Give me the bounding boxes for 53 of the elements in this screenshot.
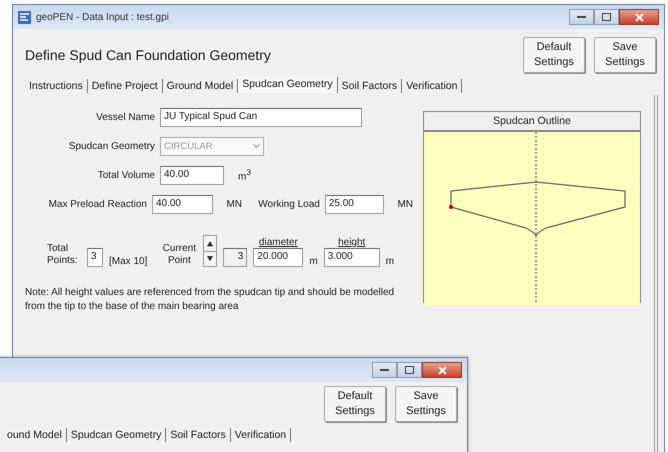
current-point-field: 3	[223, 248, 248, 267]
tab[interactable]: Verification	[230, 428, 292, 442]
input-field[interactable]: 3.000	[324, 248, 380, 267]
page-heading: Define Spud Can Foundation Geometry	[25, 47, 272, 63]
max-label: [Max 10]	[109, 256, 148, 267]
window-title: geoPEN - Data Input : test.gpi	[36, 12, 170, 22]
field-label: Current Point	[162, 243, 198, 267]
tab[interactable]: Verification	[402, 79, 462, 93]
maximize-icon	[405, 366, 414, 374]
tab[interactable]: Define Project	[88, 79, 163, 93]
tab[interactable]: ound Model	[3, 428, 67, 442]
input-field[interactable]: 3	[87, 248, 103, 267]
input-field[interactable]: JU Typical Spud Can	[160, 108, 362, 126]
settings-button[interactable]: Save Settings	[594, 37, 656, 73]
input-field[interactable]: 20.000	[253, 248, 304, 267]
maximize-icon	[602, 13, 611, 21]
tab[interactable]: Instructions	[25, 79, 88, 93]
field-label: Max Preload Reaction	[48, 198, 147, 210]
minimize-icon	[577, 16, 586, 18]
unit-label: MN	[397, 198, 413, 210]
point-spinner[interactable]	[203, 235, 218, 267]
unit-label: m	[309, 256, 318, 267]
unit-label: m$^{3}$	[238, 167, 251, 183]
field-label: Total Volume	[96, 170, 155, 180]
note-text: Note: All height values are referenced from the spudcan tip and should be modelled from the tip to the base of the main bearing area	[24, 286, 396, 314]
close-icon	[634, 12, 644, 22]
column-label: diameter	[258, 237, 298, 248]
settings-button[interactable]: Default Settings	[523, 37, 585, 73]
minimize-button[interactable]	[569, 9, 594, 25]
settings-button[interactable]: Default Settings	[324, 386, 386, 422]
input-field[interactable]: 40.00	[152, 194, 213, 214]
close-button[interactable]	[422, 362, 462, 378]
tab[interactable]: Soil Factors	[338, 79, 402, 93]
field-label: Vessel Name	[95, 112, 155, 122]
close-icon	[438, 366, 446, 374]
settings-button[interactable]: Save Settings	[395, 386, 457, 422]
field-label: Spudcan Geometry	[68, 140, 155, 152]
close-button[interactable]	[619, 9, 659, 25]
unit-label: MN	[226, 198, 242, 210]
tab[interactable]: Spudcan Geometry	[66, 428, 166, 442]
tab[interactable]: Soil Factors	[166, 428, 231, 442]
input-field[interactable]: 25.00	[324, 194, 384, 214]
app-icon	[18, 10, 31, 24]
input-field[interactable]: 40.00	[160, 166, 224, 184]
field-label: Working Load	[258, 198, 320, 210]
column-label: height	[338, 237, 366, 248]
minimize-button[interactable]	[372, 362, 397, 378]
maximize-button[interactable]	[594, 9, 619, 25]
unit-label: m	[386, 256, 394, 267]
field-label: Total Points:	[47, 243, 79, 267]
minimize-icon	[380, 368, 389, 372]
tab[interactable]: Spudcan Geometry	[238, 76, 338, 92]
maximize-button[interactable]	[397, 362, 422, 378]
